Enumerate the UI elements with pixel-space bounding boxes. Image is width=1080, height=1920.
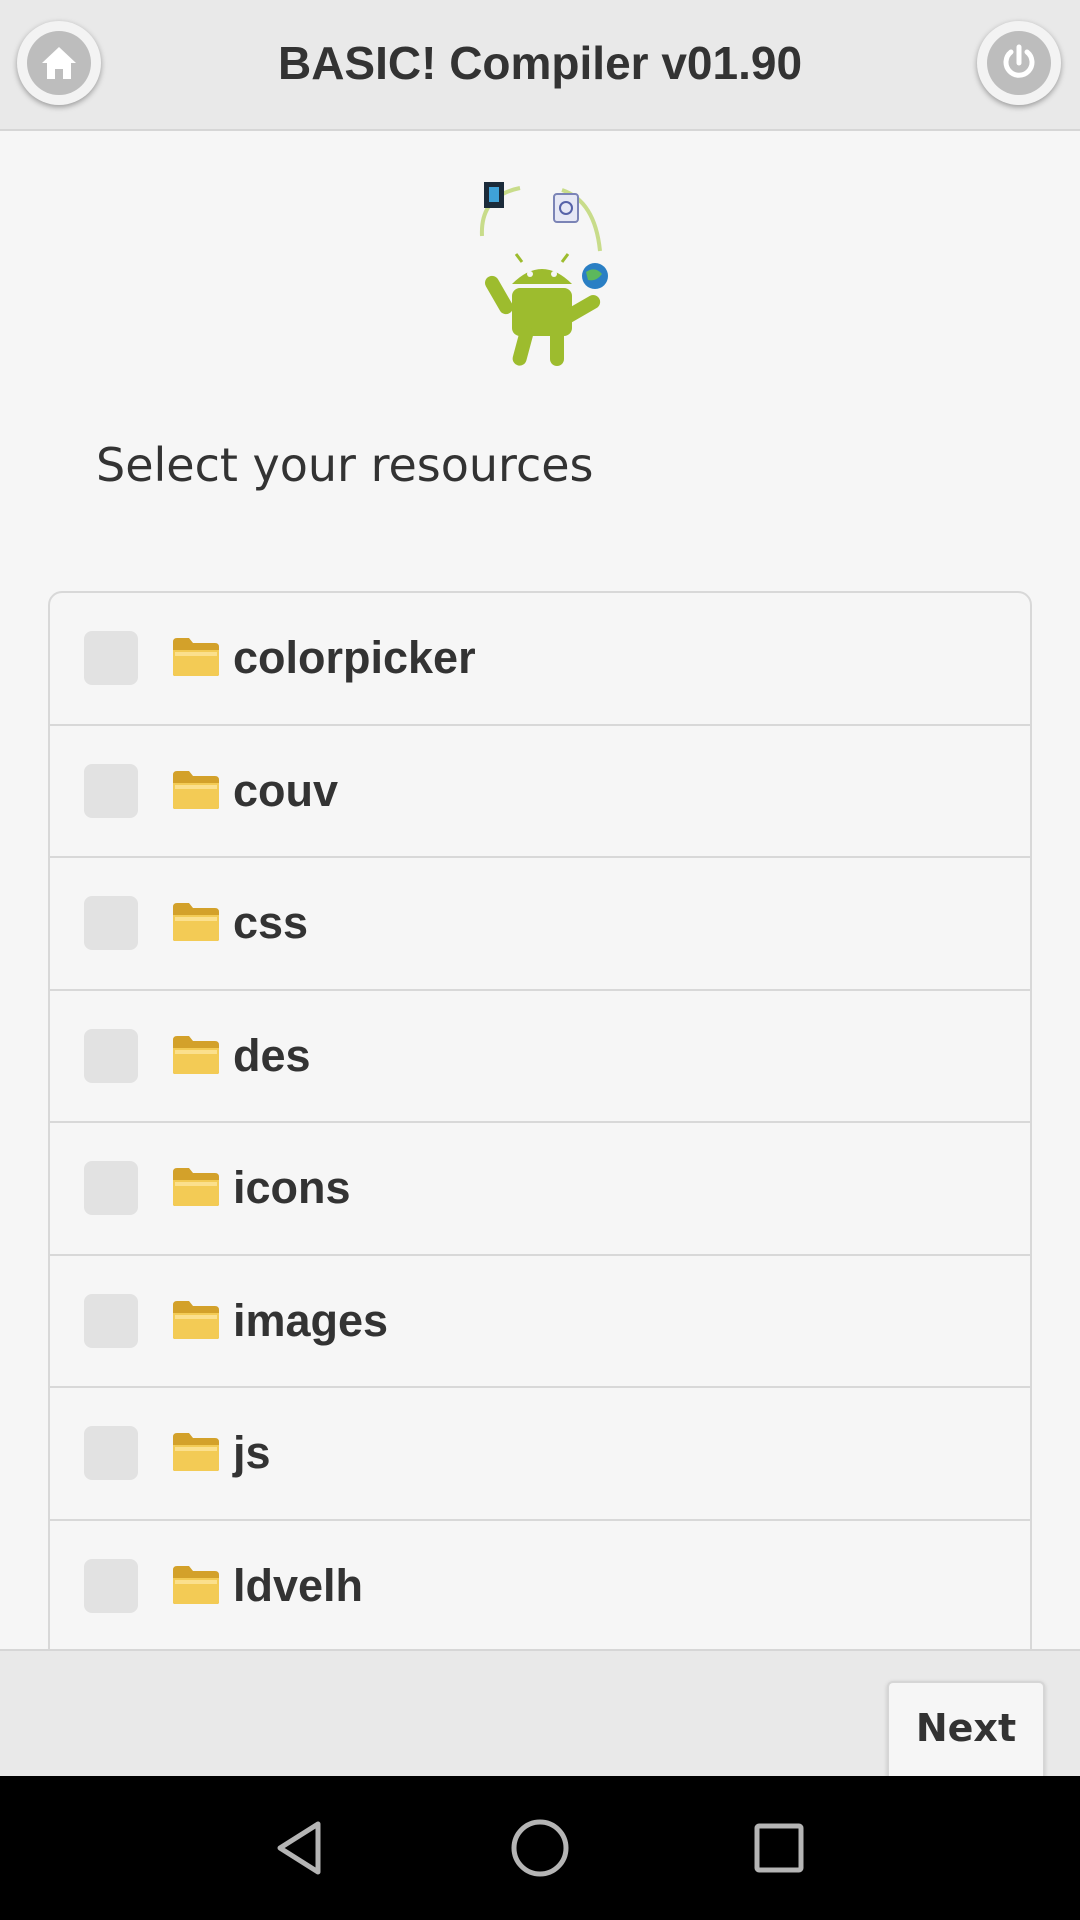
header-bar: BASIC! Compiler v01.90: [0, 0, 1080, 131]
folder-icon: [171, 1034, 221, 1076]
item-label: images: [233, 1294, 389, 1346]
page-title: BASIC! Compiler v01.90: [277, 37, 803, 89]
list-item[interactable]: des: [50, 991, 1030, 1123]
list-item[interactable]: colorpicker: [50, 593, 1030, 726]
recents-icon[interactable]: [737, 1806, 821, 1890]
item-label: des: [233, 1029, 311, 1081]
list-item[interactable]: images: [50, 1256, 1030, 1388]
item-checkbox[interactable]: [84, 763, 138, 818]
folder-icon: [171, 1166, 221, 1208]
list-item[interactable]: js: [50, 1388, 1030, 1521]
item-label: css: [233, 897, 309, 949]
home-circle-icon[interactable]: [498, 1806, 582, 1890]
back-icon[interactable]: [258, 1806, 342, 1890]
folder-icon: [171, 636, 221, 678]
item-label: ldvelh: [233, 1559, 364, 1611]
folder-icon: [171, 1431, 221, 1473]
app-logo: [470, 176, 620, 376]
item-checkbox[interactable]: [84, 896, 138, 951]
resource-list-viewport[interactable]: colorpicker couv css des icons images js ldvelh: [48, 591, 1032, 1649]
item-checkbox[interactable]: [84, 1426, 138, 1481]
footer-bar: Next: [0, 1649, 1080, 1778]
power-icon: [987, 31, 1051, 95]
folder-icon: [171, 1299, 221, 1341]
section-subtitle: Select your resources: [96, 438, 594, 492]
item-checkbox[interactable]: [84, 1161, 138, 1216]
item-label: couv: [233, 764, 339, 816]
list-item[interactable]: couv: [50, 726, 1030, 858]
item-label: js: [233, 1427, 271, 1479]
item-checkbox[interactable]: [84, 631, 138, 686]
list-item[interactable]: icons: [50, 1123, 1030, 1256]
power-button[interactable]: [977, 21, 1061, 105]
next-button[interactable]: Next: [887, 1681, 1045, 1778]
list-item[interactable]: ldvelh: [50, 1521, 1030, 1650]
item-checkbox[interactable]: [84, 1558, 138, 1613]
folder-icon: [171, 1564, 221, 1606]
item-label: icons: [233, 1162, 351, 1214]
item-checkbox[interactable]: [84, 1293, 138, 1348]
resource-list: colorpicker couv css des icons images js ldvelh: [48, 591, 1032, 1649]
folder-icon: [171, 769, 221, 811]
item-checkbox[interactable]: [84, 1028, 138, 1083]
item-label: colorpicker: [233, 632, 476, 684]
folder-icon: [171, 901, 221, 943]
system-nav-bar: [0, 1776, 1080, 1920]
list-item[interactable]: css: [50, 858, 1030, 991]
